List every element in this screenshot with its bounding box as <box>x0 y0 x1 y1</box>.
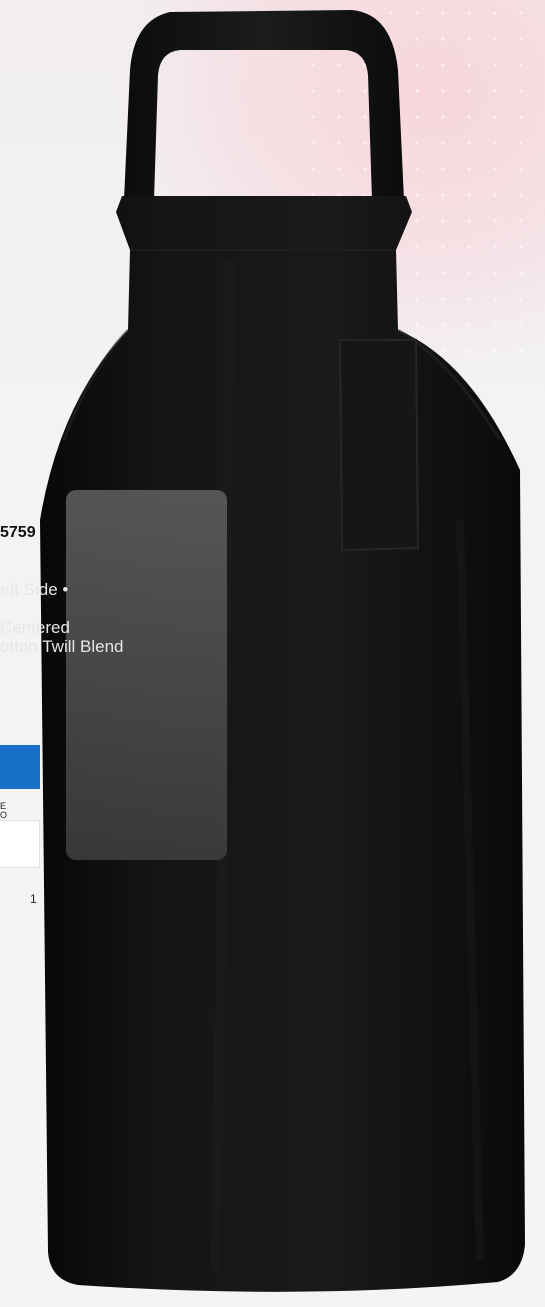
apron-pocket <box>338 339 420 552</box>
neck-strap <box>124 10 404 200</box>
apron-image <box>40 10 525 1292</box>
product-stage: 5759 eft Side • Centered otton Twill Ble… <box>0 0 545 1307</box>
